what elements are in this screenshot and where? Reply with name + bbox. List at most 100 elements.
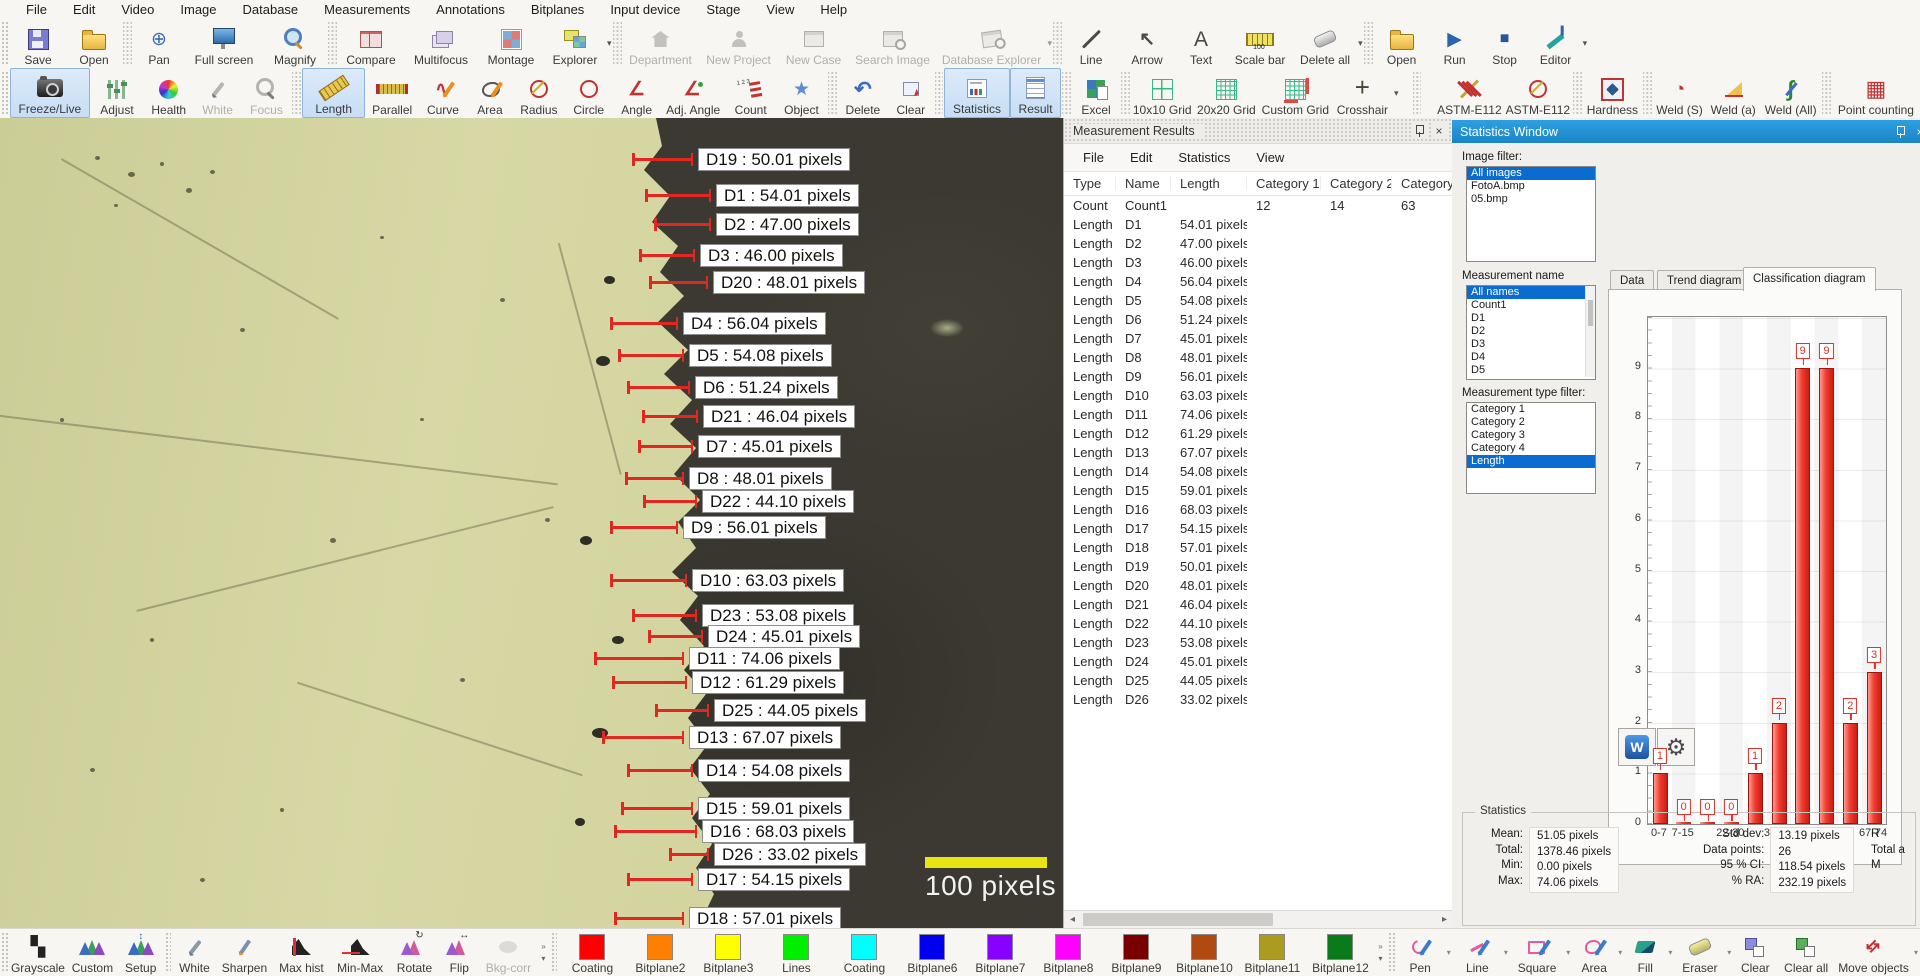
table-row[interactable]: LengthD1063.03 pixels — [1064, 386, 1453, 405]
measurement-annotation[interactable]: D6 : 51.24 pixels — [627, 376, 838, 399]
crosshair-dropdown-arrow[interactable]: ▾ — [1394, 88, 1399, 99]
list-item[interactable]: Length — [1467, 455, 1595, 468]
histogram-bar[interactable] — [1867, 672, 1882, 824]
column-header[interactable]: Length — [1171, 176, 1247, 191]
tab-trend-diagram[interactable]: Trend diagram — [1657, 270, 1751, 291]
measurement-label[interactable]: D24 : 45.01 pixels — [708, 625, 860, 648]
menu-item[interactable]: File — [14, 2, 59, 17]
microscope-image-view[interactable]: D19 : 50.01 pixels D1 : 54.01 pixels D2 … — [0, 118, 1063, 928]
white-balance-button[interactable]: White — [172, 929, 216, 976]
measurement-line[interactable] — [627, 878, 693, 881]
toolbar-overflow-arrows[interactable]: »▾ — [1374, 929, 1386, 976]
area-dropdown-arrow[interactable]: ▾ — [1618, 948, 1622, 957]
menu-item[interactable]: Image — [168, 2, 228, 17]
panel-menu-item[interactable]: View — [1243, 150, 1297, 165]
list-item[interactable]: 05.bmp — [1467, 193, 1595, 206]
measurement-annotation[interactable]: D16 : 68.03 pixels — [614, 820, 854, 843]
scrollbar-thumb[interactable] — [1083, 913, 1273, 926]
measurement-annotation[interactable]: D15 : 59.01 pixels — [621, 797, 850, 820]
multifocus-button[interactable]: Multifocus — [404, 18, 478, 68]
measurement-label[interactable]: D8 : 48.01 pixels — [689, 467, 832, 490]
table-row[interactable]: LengthD1454.08 pixels — [1064, 462, 1453, 481]
measurement-annotation[interactable]: D17 : 54.15 pixels — [627, 868, 850, 891]
grayscale-button[interactable]: ▚Grayscale — [9, 929, 67, 976]
explorer-button[interactable]: Explorer — [544, 18, 606, 68]
pin-icon[interactable] — [1892, 124, 1908, 140]
parallel-button[interactable]: Parallel — [365, 68, 419, 118]
tab-data[interactable]: Data — [1610, 270, 1654, 291]
panel-menu-item[interactable]: Statistics — [1165, 150, 1243, 165]
measurement-label[interactable]: D10 : 63.03 pixels — [692, 569, 844, 592]
excel-button[interactable]: Excel — [1072, 68, 1120, 118]
line-dropdown-arrow[interactable]: ▾ — [1504, 948, 1508, 957]
histogram-bar[interactable] — [1772, 723, 1787, 824]
rotate-button[interactable]: ↻Rotate — [390, 929, 439, 976]
table-row[interactable]: LengthD2048.01 pixels — [1064, 576, 1453, 595]
measurement-line[interactable] — [669, 853, 709, 856]
menu-item[interactable]: Help — [808, 2, 859, 17]
clear-all-button[interactable]: Clear all — [1777, 929, 1835, 976]
toolbar-drag-handle[interactable] — [1, 21, 9, 65]
measurement-label[interactable]: D26 : 33.02 pixels — [714, 843, 866, 866]
delete-all-button[interactable]: Delete all — [1293, 18, 1357, 68]
table-row[interactable]: LengthD247.00 pixels — [1064, 234, 1453, 253]
measurement-annotation[interactable]: D23 : 53.08 pixels — [632, 604, 854, 627]
list-item[interactable]: All names — [1467, 286, 1595, 299]
measurement-label[interactable]: D13 : 67.07 pixels — [689, 726, 841, 749]
macro-open-button[interactable]: Open — [1374, 18, 1430, 68]
measurement-annotation[interactable]: D13 : 67.07 pixels — [602, 726, 841, 749]
table-row[interactable]: LengthD956.01 pixels — [1064, 367, 1453, 386]
magnify-button[interactable]: Magnify — [263, 18, 327, 68]
stop-button[interactable]: ■Stop — [1480, 18, 1530, 68]
menu-item[interactable]: Database — [231, 2, 311, 17]
count-button[interactable]: Count — [726, 68, 776, 118]
custom-histogram-button[interactable]: Custom — [67, 929, 118, 976]
measurement-label[interactable]: D23 : 53.08 pixels — [702, 604, 854, 627]
pen-dropdown-arrow[interactable]: ▾ — [1447, 948, 1451, 957]
list-item[interactable]: FotoA.bmp — [1467, 180, 1595, 193]
measurement-line[interactable] — [610, 322, 678, 325]
curve-button[interactable]: ∿Curve — [419, 68, 467, 118]
measurement-line[interactable] — [625, 477, 684, 480]
measurement-annotation[interactable]: D1 : 54.01 pixels — [645, 184, 859, 207]
list-item[interactable]: Category 2 — [1467, 416, 1595, 429]
sharpen-button[interactable]: Sharpen — [216, 929, 272, 976]
table-row[interactable]: LengthD651.24 pixels — [1064, 310, 1453, 329]
column-header[interactable]: Category 3 — [1392, 176, 1453, 191]
measurement-label[interactable]: D17 : 54.15 pixels — [698, 868, 850, 891]
measurement-line[interactable] — [621, 807, 693, 810]
draw-pen-button[interactable]: Pen — [1396, 929, 1445, 976]
table-row[interactable]: LengthD1367.07 pixels — [1064, 443, 1453, 462]
table-row[interactable]: LengthD154.01 pixels — [1064, 215, 1453, 234]
measurement-line[interactable] — [643, 500, 697, 503]
histogram-bar[interactable] — [1795, 368, 1810, 824]
table-row[interactable]: LengthD1174.06 pixels — [1064, 405, 1453, 424]
clear-drawing-button[interactable]: Clear — [1733, 929, 1777, 976]
table-row[interactable]: LengthD1261.29 pixels — [1064, 424, 1453, 443]
measurement-annotation[interactable]: D14 : 54.08 pixels — [627, 759, 850, 782]
measurement-annotation[interactable]: D18 : 57.01 pixels — [614, 907, 841, 928]
measurement-label[interactable]: D2 : 47.00 pixels — [716, 213, 859, 236]
clear-button[interactable]: Clear — [888, 68, 934, 118]
results-table-body[interactable]: CountCount1 121463 LengthD154.01 pixels … — [1064, 196, 1453, 910]
table-row[interactable]: LengthD2353.08 pixels — [1064, 633, 1453, 652]
eraser-dropdown-arrow[interactable]: ▾ — [1727, 948, 1731, 957]
bitplane-button[interactable]: Bitplane7 — [966, 929, 1034, 976]
bitplane-button[interactable]: Bitplane3 — [694, 929, 762, 976]
column-header[interactable]: Name — [1116, 176, 1171, 191]
measurement-line[interactable] — [649, 281, 708, 284]
montage-button[interactable]: Montage — [478, 18, 544, 68]
toolbar-drag-handle[interactable] — [1, 71, 9, 115]
scroll-right-icon[interactable]: ▸ — [1436, 912, 1453, 928]
list-item[interactable]: D2 — [1467, 325, 1595, 338]
bitplane-button[interactable]: Bitplane9 — [1102, 929, 1170, 976]
menu-item[interactable]: Bitplanes — [519, 2, 596, 17]
measurement-annotation[interactable]: D24 : 45.01 pixels — [648, 625, 860, 648]
save-button[interactable]: Save — [10, 18, 66, 68]
measurement-annotation[interactable]: D3 : 46.00 pixels — [639, 244, 843, 267]
measurement-annotation[interactable]: D8 : 48.01 pixels — [625, 467, 832, 490]
setup-histogram-button[interactable]: ↕Setup — [118, 929, 164, 976]
column-header[interactable]: Category 1 — [1247, 176, 1321, 191]
health-button[interactable]: Health — [144, 68, 194, 118]
circle-button[interactable]: Circle — [565, 68, 613, 118]
